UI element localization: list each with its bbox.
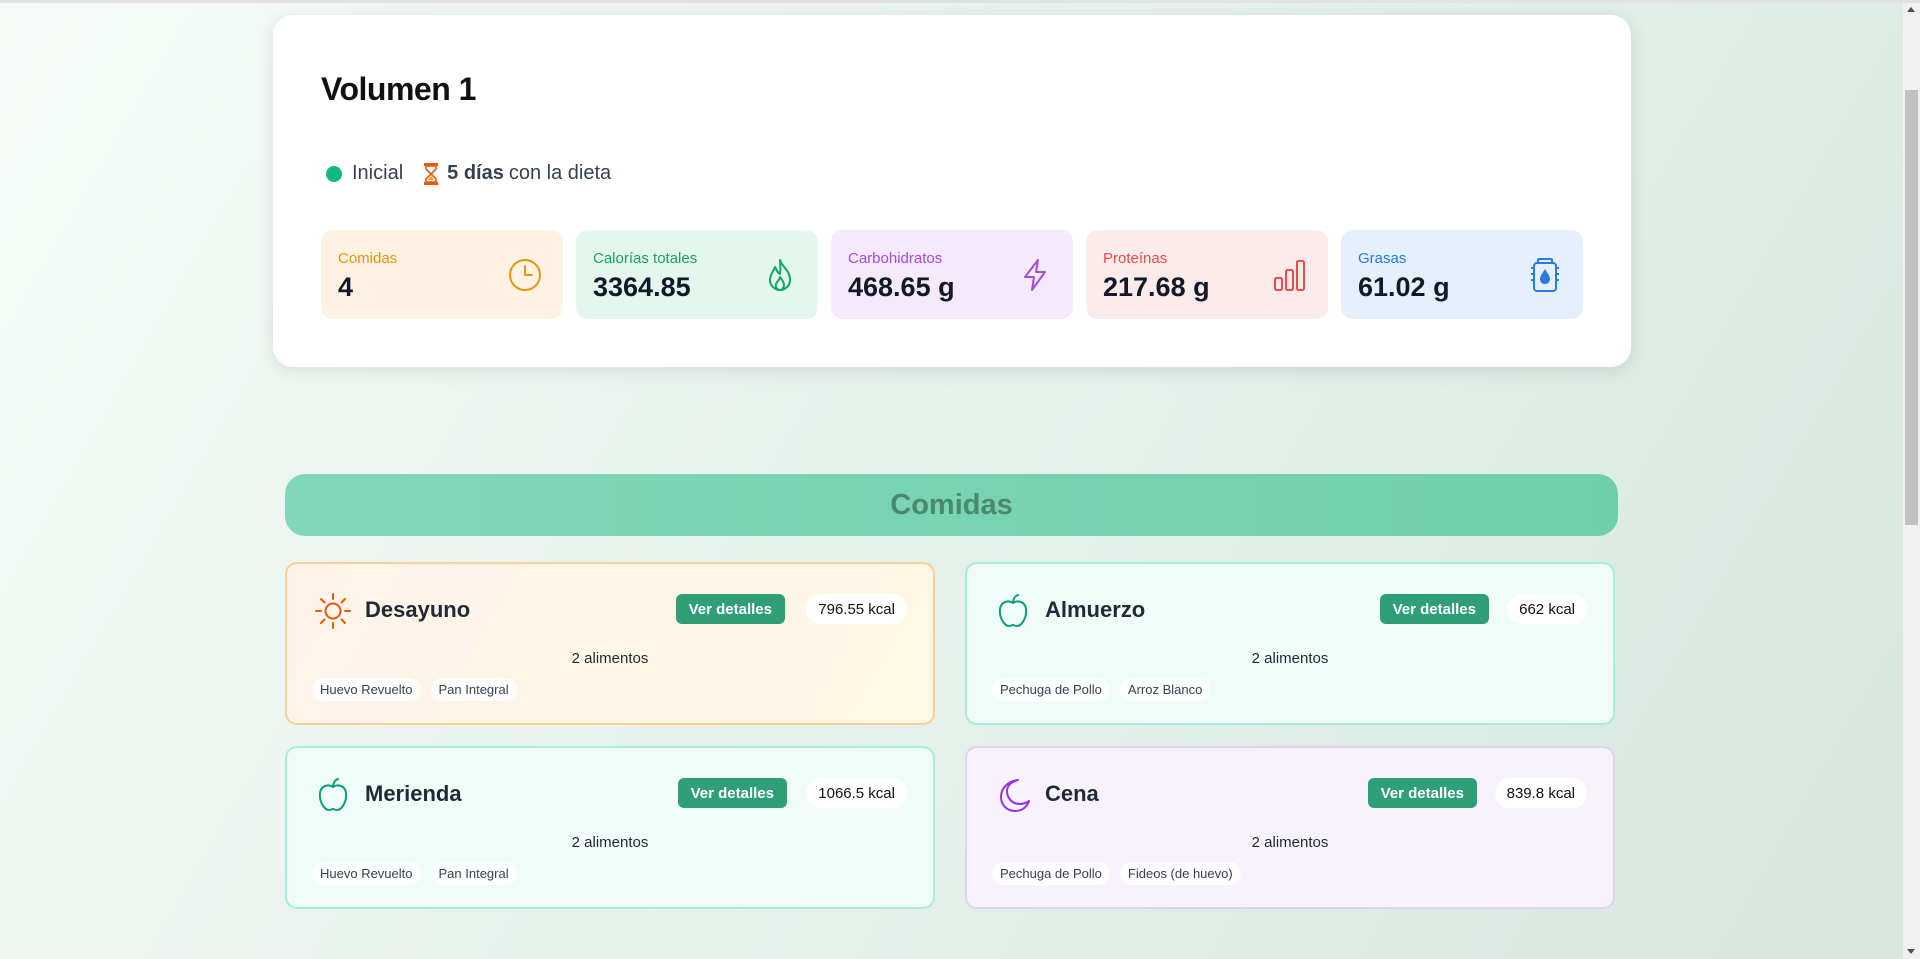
top-border xyxy=(0,0,1920,3)
days-label: con la dieta xyxy=(508,162,612,184)
food-count: 2 alimentos xyxy=(571,834,649,851)
meal-name: Merienda xyxy=(365,781,462,806)
stat-carbohidratos: Carbohidratos 468.65 g xyxy=(831,230,1073,319)
kcal-badge: 1066.5 kcal xyxy=(806,778,907,808)
meal-name: Cena xyxy=(1045,781,1099,806)
stat-label: Comidas xyxy=(338,250,398,267)
status-dot-icon xyxy=(326,165,342,182)
food-count: 2 alimentos xyxy=(1251,834,1329,851)
stat-label: Calorías totales xyxy=(593,250,698,267)
meal-card-merienda[interactable]: Merienda Ver detalles 1066.5 kcal 2 alim… xyxy=(285,746,935,909)
bar-chart-icon xyxy=(1274,260,1305,291)
status-row: Inicial 5 días con la dieta xyxy=(326,162,611,185)
food-count: 2 alimentos xyxy=(1251,650,1329,667)
stat-value: 3364.85 xyxy=(593,272,691,302)
meal-card-desayuno[interactable]: Desayuno Ver detalles 796.55 kcal 2 alim… xyxy=(285,562,935,725)
kcal-badge: 662 kcal xyxy=(1507,594,1587,624)
stat-proteinas: Proteínas 217.68 g xyxy=(1086,230,1328,319)
stat-calorias: Calorías totales 3364.85 xyxy=(576,230,818,319)
scroll-down-arrow-icon[interactable] xyxy=(1907,949,1915,954)
stat-label: Grasas xyxy=(1358,250,1407,267)
view-details-button[interactable]: Ver detalles xyxy=(1379,594,1489,624)
meal-card-almuerzo[interactable]: Almuerzo Ver detalles 662 kcal 2 aliment… xyxy=(965,562,1615,725)
food-tag: Huevo Revuelto xyxy=(312,678,421,701)
hourglass-icon xyxy=(423,162,439,185)
view-details-button[interactable]: Ver detalles xyxy=(1367,778,1477,808)
stat-value: 4 xyxy=(338,272,354,302)
page-title: Volumen 1 xyxy=(321,71,476,107)
food-tag: Huevo Revuelto xyxy=(312,862,421,885)
section-title: Comidas xyxy=(890,488,1013,521)
meal-card-cena[interactable]: Cena Ver detalles 839.8 kcal 2 alimentos… xyxy=(965,746,1615,909)
flame-icon xyxy=(769,259,791,291)
stats-row: Comidas 4 Calorías totales 3364.85 Carbo… xyxy=(321,230,1583,319)
food-tag: Pan Integral xyxy=(430,862,517,885)
stat-grasas: Grasas 61.02 g xyxy=(1341,230,1583,319)
stat-value: 217.68 g xyxy=(1103,272,1210,302)
apple-icon xyxy=(998,594,1028,627)
food-tags: Huevo Revuelto Pan Integral xyxy=(312,678,517,701)
oil-jar-icon xyxy=(1531,258,1559,292)
kcal-badge: 839.8 kcal xyxy=(1494,778,1587,808)
food-tag: Pan Integral xyxy=(430,678,517,701)
apple-icon xyxy=(318,778,348,811)
food-tags: Huevo Revuelto Pan Integral xyxy=(312,862,517,885)
food-tag: Arroz Blanco xyxy=(1119,678,1211,701)
status-label: Inicial xyxy=(352,162,404,184)
kcal-badge: 796.55 kcal xyxy=(806,594,907,624)
scroll-up-arrow-icon[interactable] xyxy=(1907,7,1915,12)
moon-icon xyxy=(1000,779,1030,812)
stat-comidas: Comidas 4 xyxy=(321,230,563,319)
days-count: 5 días xyxy=(447,162,504,184)
clock-icon xyxy=(509,259,541,291)
summary-card: Volumen 1 Inicial 5 días con la dieta Co… xyxy=(273,15,1631,367)
sun-icon xyxy=(315,593,351,629)
view-details-button[interactable]: Ver detalles xyxy=(675,594,785,624)
stat-value: 468.65 g xyxy=(848,272,955,302)
food-tag: Fideos (de huevo) xyxy=(1119,862,1241,885)
meals-section-header: Comidas xyxy=(285,474,1618,536)
vertical-scrollbar[interactable] xyxy=(1903,3,1920,959)
view-details-button[interactable]: Ver detalles xyxy=(677,778,787,808)
stat-label: Carbohidratos xyxy=(848,250,943,267)
food-tag: Pechuga de Pollo xyxy=(992,678,1110,701)
stat-label: Proteínas xyxy=(1103,250,1168,267)
lightning-icon xyxy=(1024,259,1046,291)
scrollbar-thumb[interactable] xyxy=(1905,90,1918,525)
food-tags: Pechuga de Pollo Arroz Blanco xyxy=(992,678,1211,701)
food-tags: Pechuga de Pollo Fideos (de huevo) xyxy=(992,862,1241,885)
stat-value: 61.02 g xyxy=(1358,272,1450,302)
meal-name: Almuerzo xyxy=(1045,597,1146,622)
meal-name: Desayuno xyxy=(365,597,471,622)
food-count: 2 alimentos xyxy=(571,650,649,667)
food-tag: Pechuga de Pollo xyxy=(992,862,1110,885)
